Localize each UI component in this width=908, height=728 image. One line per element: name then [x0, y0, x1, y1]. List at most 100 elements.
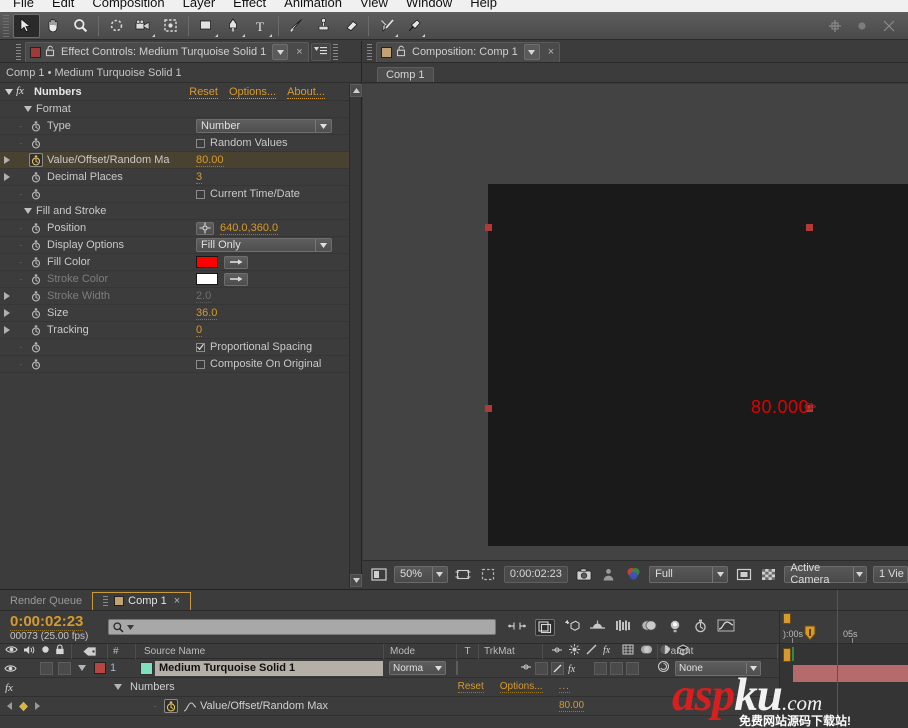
rotate-gizmo-icon[interactable]: [848, 14, 875, 38]
stopwatch-icon[interactable]: [28, 273, 44, 285]
selection-handle-tm[interactable]: [806, 224, 813, 231]
layer-solo-toggle[interactable]: [37, 661, 55, 675]
stopwatch-icon[interactable]: [28, 290, 44, 302]
lock-icon[interactable]: [45, 45, 56, 60]
display-options-dropdown[interactable]: Fill Only: [196, 238, 332, 252]
parent-pickwhip-icon[interactable]: [657, 660, 670, 676]
comp-subtab-comp1[interactable]: Comp 1: [377, 67, 434, 82]
menu-item-composition[interactable]: Composition: [83, 0, 173, 9]
stopwatch-icon[interactable]: [28, 256, 44, 268]
roto-brush-tool[interactable]: [373, 14, 400, 38]
fill-color-swatch[interactable]: [196, 256, 218, 268]
random-values-checkbox[interactable]: [196, 138, 205, 148]
trkmat-header[interactable]: TrkMat: [479, 643, 543, 659]
layer-duration-bar[interactable]: [793, 665, 908, 682]
stopwatch-icon[interactable]: [28, 120, 44, 132]
eyedropper-icon[interactable]: [224, 272, 248, 286]
table-row[interactable]: 1 Medium Turquoise Solid 1 Norma fx None: [0, 659, 908, 678]
draft-3d-icon[interactable]: [535, 618, 555, 636]
selection-handle-tl[interactable]: [485, 224, 492, 231]
enable-frame-blending-icon[interactable]: [589, 619, 606, 635]
property-row-value-offset-random-ma[interactable]: Value/Offset/Random Ma 80.00: [0, 152, 349, 169]
property-row-value-offset[interactable]: · Value/Offset/Random Max 80.00: [0, 697, 908, 716]
source-name-header[interactable]: Source Name: [136, 643, 384, 659]
more-link[interactable]: ...: [558, 681, 570, 693]
frame-blending-icon[interactable]: [622, 644, 634, 658]
stopwatch-icon[interactable]: [28, 341, 44, 353]
reset-link[interactable]: Reset: [457, 681, 484, 693]
brainstorm-icon[interactable]: [667, 619, 684, 636]
selection-tool[interactable]: [13, 13, 40, 38]
expand-arrow[interactable]: [0, 309, 14, 317]
current-time-date-checkbox[interactable]: [196, 189, 205, 199]
layer-lock-toggle[interactable]: [55, 661, 73, 675]
region-of-interest-icon[interactable]: [454, 566, 473, 583]
expand-arrow[interactable]: [0, 156, 14, 164]
shy-icon[interactable]: [520, 662, 532, 674]
hand-tool[interactable]: [40, 14, 67, 38]
collapse-transform-icon[interactable]: [569, 644, 580, 658]
stopwatch-icon[interactable]: [28, 358, 44, 370]
options-link[interactable]: Options...: [499, 681, 543, 693]
collapse-switch[interactable]: [535, 661, 548, 675]
parent-dropdown[interactable]: None: [675, 660, 761, 676]
menu-item-animation[interactable]: Animation: [275, 0, 351, 9]
layer-mode-dropdown[interactable]: Norma: [389, 661, 446, 675]
camera-orbit-tool[interactable]: [130, 14, 157, 38]
property-row-type[interactable]: · Type Number: [0, 118, 349, 135]
property-row-stroke-color[interactable]: · Stroke Color: [0, 271, 349, 288]
tab-comp1[interactable]: Comp 1 ×: [92, 592, 192, 610]
chevron-down-icon[interactable]: [431, 566, 447, 582]
type-tool[interactable]: T: [247, 14, 274, 38]
scroll-up-arrow[interactable]: [350, 84, 362, 97]
property-row-fill-color[interactable]: · Fill Color: [0, 254, 349, 271]
lock-icon[interactable]: [55, 644, 65, 658]
proportional-spacing-checkbox[interactable]: [196, 342, 205, 352]
timeline-timecode[interactable]: 0:00:02:23: [10, 613, 84, 631]
composition-viewer[interactable]: 80.000: [363, 84, 908, 560]
stopwatch-icon[interactable]: [28, 188, 44, 200]
graph-editor-layers-icon[interactable]: [641, 619, 658, 635]
stopwatch-icon[interactable]: [28, 153, 44, 167]
graph-curve-icon[interactable]: [180, 701, 200, 712]
chevron-down-icon[interactable]: [435, 663, 445, 674]
chevron-down-icon[interactable]: [315, 239, 331, 251]
scale-gizmo-icon[interactable]: [875, 14, 902, 38]
tracking-value[interactable]: 0: [196, 324, 203, 337]
selection-handle-ml[interactable]: [485, 405, 492, 412]
close-icon[interactable]: ×: [291, 46, 307, 58]
reset-link[interactable]: Reset: [189, 86, 218, 99]
parent-header[interactable]: Parent: [658, 643, 778, 659]
pen-tool[interactable]: [220, 14, 247, 38]
enable-motion-blur-icon[interactable]: [615, 619, 632, 635]
shy-icon[interactable]: [551, 646, 563, 657]
eye-icon[interactable]: [5, 645, 18, 657]
scroll-down-arrow[interactable]: [350, 574, 362, 587]
chevron-down-icon[interactable]: [24, 208, 32, 214]
expand-arrow[interactable]: [0, 173, 14, 181]
chevron-down-icon[interactable]: [852, 566, 866, 582]
chevron-down-icon[interactable]: [5, 86, 13, 98]
tab-dropdown-button[interactable]: [272, 44, 289, 60]
property-row-stroke-width[interactable]: Stroke Width 2.0: [0, 288, 349, 305]
expand-arrow[interactable]: [0, 292, 14, 300]
clone-stamp-tool[interactable]: [310, 14, 337, 38]
property-row-composite-on-original[interactable]: · Composite On Original: [0, 356, 349, 373]
toolbar-grip[interactable]: [3, 14, 9, 37]
time-indicator-head[interactable]: [804, 625, 816, 643]
quality-icon[interactable]: [586, 644, 597, 658]
show-snapshot-icon[interactable]: [599, 566, 618, 583]
panel-menu-button[interactable]: [310, 42, 331, 61]
work-area-start-marker[interactable]: [783, 613, 791, 624]
panel-drag-grip[interactable]: [16, 43, 21, 60]
keyframe-navigator[interactable]: [0, 701, 46, 712]
layer-label-color[interactable]: [90, 662, 110, 674]
t-header[interactable]: T: [457, 643, 479, 659]
take-snapshot-icon[interactable]: [574, 566, 593, 583]
tab-render-queue[interactable]: Render Queue: [0, 593, 92, 610]
layer-expand-arrow[interactable]: [73, 665, 90, 671]
composition-canvas[interactable]: [488, 184, 908, 546]
layer-name[interactable]: Medium Turquoise Solid 1: [155, 660, 383, 676]
camera-view-dropdown[interactable]: Active Camera: [784, 562, 867, 586]
mode-header[interactable]: Mode: [384, 643, 457, 659]
